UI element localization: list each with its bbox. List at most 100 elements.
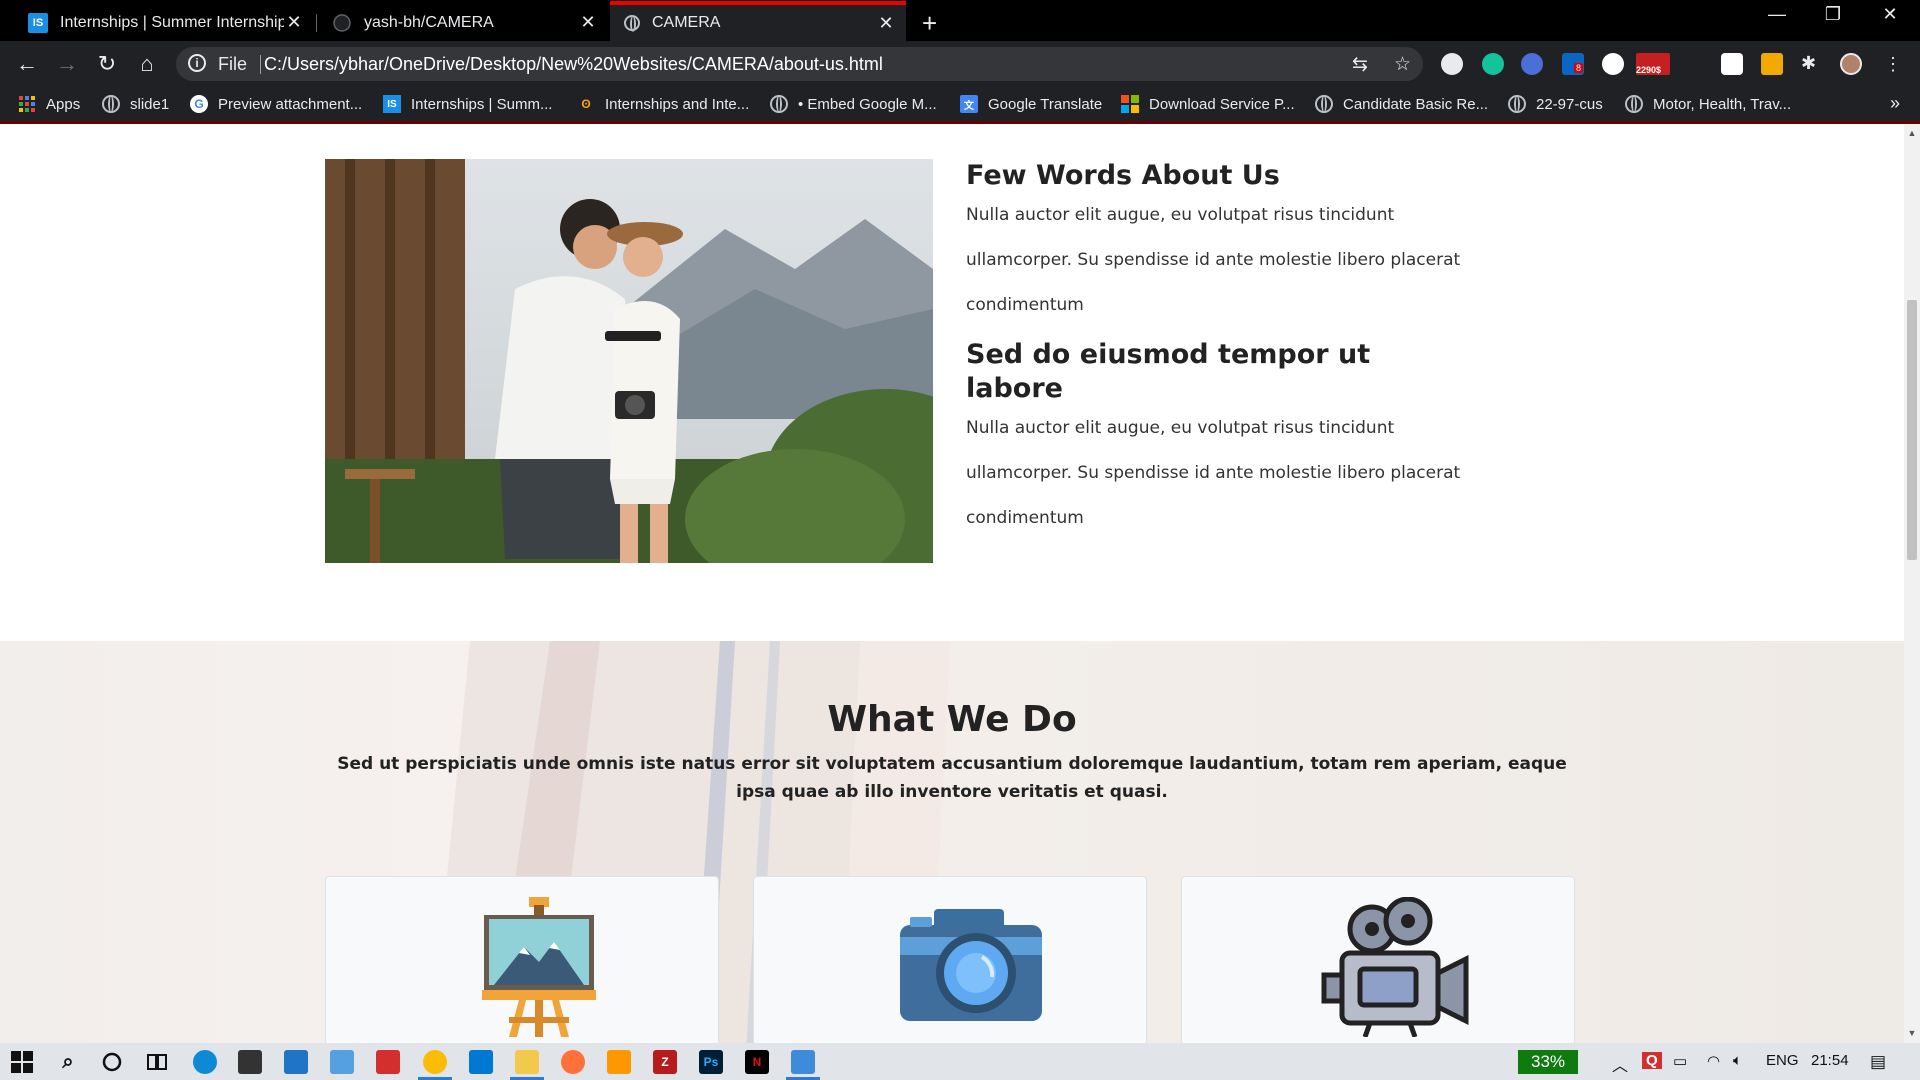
globe-icon (1315, 95, 1333, 113)
timer-icon[interactable] (1602, 53, 1624, 75)
service-card[interactable] (1181, 876, 1575, 1043)
sublime-icon[interactable] (607, 1050, 631, 1074)
new-tab-button[interactable]: + (922, 8, 937, 39)
wifi-icon[interactable]: ◠ (1707, 1052, 1720, 1070)
mail-badge: 2290$ (1636, 65, 1662, 75)
address-bar[interactable]: i File C:/Users/ybhar/OneDrive/Desktop/N… (176, 47, 1423, 81)
reload-button[interactable]: ↻ (94, 51, 120, 77)
app-icon[interactable] (376, 1050, 400, 1074)
camera-icon (900, 909, 1042, 1021)
bookmark-slide1[interactable]: slide1 (102, 95, 169, 113)
scroll-down-arrow-icon[interactable]: ▼ (1904, 1028, 1920, 1038)
back-button[interactable]: ← (14, 51, 40, 77)
app-icon[interactable] (330, 1050, 354, 1074)
minimize-button[interactable]: — (1757, 4, 1797, 25)
photos-icon[interactable] (791, 1050, 815, 1074)
close-icon[interactable]: ✕ (876, 13, 896, 34)
service-card[interactable] (753, 876, 1147, 1043)
linkedin-icon[interactable]: 8 (1562, 53, 1584, 75)
cortana-icon[interactable] (100, 1050, 124, 1074)
bookmark-label: Internships | Summ... (411, 95, 553, 113)
tab-title: yash-bh/CAMERA (364, 13, 494, 31)
tab-camera[interactable]: CAMERA ✕ (610, 1, 906, 41)
firefox-icon[interactable] (561, 1050, 585, 1074)
mail-icon[interactable]: 2290$ (1636, 53, 1670, 75)
tab-separator (316, 14, 317, 32)
globe-icon (1625, 95, 1643, 113)
translate-icon: 文 (960, 95, 978, 113)
bookmark-label: Google Translate (988, 95, 1103, 113)
close-window-button[interactable]: ✕ (1870, 4, 1910, 25)
bookmark-preview-attachment[interactable]: G Preview attachment... (190, 95, 362, 113)
service-card[interactable] (325, 876, 719, 1043)
bookmark-label: Internships and Inte... (605, 95, 750, 113)
what-we-do-section: What We Do Sed ut perspiciatis unde omni… (0, 641, 1904, 1043)
bookmarks-overflow-button[interactable]: » (1890, 93, 1900, 114)
restore-button[interactable]: ❐ (1813, 4, 1853, 25)
tab-internships[interactable]: IS Internships | Summer Internship ✕ (14, 4, 314, 41)
file-explorer-icon[interactable] (515, 1050, 539, 1074)
what-we-do-title: What We Do (827, 699, 1077, 740)
bookmark-embed-google[interactable]: • Embed Google M... (770, 95, 937, 113)
bookmark-motor-health[interactable]: Motor, Health, Trav... (1625, 95, 1791, 113)
filezilla-icon[interactable]: Z (653, 1050, 677, 1074)
mail-app-icon[interactable] (284, 1050, 308, 1074)
grammarly-icon[interactable] (1482, 53, 1504, 75)
photoshop-icon[interactable]: Ps (699, 1050, 723, 1074)
instagram-icon[interactable] (1721, 53, 1743, 75)
url-text[interactable]: C:/Users/ybhar/OneDrive/Desktop/New%20We… (264, 54, 883, 75)
edge-icon[interactable] (193, 1050, 217, 1074)
browser-toolbar: ← → ↻ ⌂ i File C:/Users/ybhar/OneDrive/D… (0, 41, 1920, 87)
menu-kebab-icon[interactable]: ⋮ (1880, 51, 1906, 77)
bookmark-label: Apps (46, 95, 81, 113)
search-icon[interactable]: ⌕ (56, 1050, 80, 1074)
volume-icon[interactable]: 🔈︎ (1733, 1052, 1742, 1069)
extension-eyes-icon[interactable] (1521, 53, 1543, 75)
scroll-up-arrow-icon[interactable]: ▲ (1904, 128, 1920, 138)
about-para-2-line: ullamcorper. Su spendisse id ante molest… (966, 463, 1461, 483)
translate-icon[interactable]: ⇆ (1352, 53, 1368, 76)
vscode-icon[interactable] (469, 1050, 493, 1074)
bookmark-internships-summ[interactable]: IS Internships | Summ... (383, 95, 552, 113)
chevron-up-icon[interactable]: ︿ (1612, 1052, 1628, 1076)
microsoft-icon (1121, 95, 1139, 113)
task-view-icon[interactable] (145, 1050, 169, 1074)
close-icon[interactable]: ✕ (578, 12, 598, 33)
about-photo (325, 159, 933, 563)
tab-github[interactable]: yash-bh/CAMERA ✕ (318, 4, 608, 41)
extension-circle-icon[interactable] (1441, 53, 1463, 75)
url-scheme: File (218, 54, 248, 74)
home-button[interactable]: ⌂ (134, 51, 160, 77)
page-scrollbar[interactable]: ▲ ▼ (1904, 124, 1920, 1043)
forward-button[interactable]: → (54, 51, 80, 77)
keep-icon[interactable] (1761, 53, 1783, 75)
notifications-icon[interactable]: ▤ (1870, 1052, 1886, 1072)
what-we-do-description: Sed ut perspiciatis unde omnis iste natu… (337, 754, 1567, 802)
clock-time[interactable]: 21:54 (1811, 1052, 1849, 1069)
bookmark-google-translate[interactable]: 文 Google Translate (960, 95, 1102, 113)
bookmark-candidate-basic[interactable]: Candidate Basic Re... (1315, 95, 1488, 113)
battery-indicator[interactable]: 33% (1518, 1050, 1578, 1074)
extensions-puzzle-icon[interactable]: ✱ (1801, 53, 1823, 75)
battery-icon[interactable]: ▭ (1673, 1052, 1687, 1070)
avatar[interactable] (1840, 53, 1862, 75)
bookmark-22-97-cus[interactable]: 22-97-cus (1508, 95, 1603, 113)
chrome-icon[interactable] (423, 1050, 447, 1074)
bookmark-label: slide1 (130, 95, 170, 113)
quick-heal-icon[interactable]: Q (1642, 1052, 1662, 1069)
about-heading-2: Sed do eiusmod tempor ut labore (966, 339, 1371, 404)
store-icon[interactable] (238, 1050, 262, 1074)
browser-tab-strip: IS Internships | Summer Internship ✕ yas… (0, 0, 1920, 41)
scrollbar-thumb[interactable] (1907, 300, 1917, 560)
bookmark-apps[interactable]: Apps (18, 95, 80, 113)
globe-icon (1508, 95, 1526, 113)
linkedin-badge: 8 (1574, 63, 1584, 73)
windows-start-icon[interactable] (10, 1050, 34, 1074)
close-icon[interactable]: ✕ (284, 12, 304, 33)
language-indicator[interactable]: ENG (1766, 1052, 1799, 1069)
netflix-icon[interactable]: N (745, 1050, 769, 1074)
bookmark-download-service[interactable]: Download Service P... (1121, 95, 1295, 113)
bookmark-internships-inte[interactable]: ʘ Internships and Inte... (577, 95, 749, 113)
bookmark-star-icon[interactable]: ☆ (1394, 53, 1411, 76)
info-icon[interactable]: i (188, 54, 206, 72)
